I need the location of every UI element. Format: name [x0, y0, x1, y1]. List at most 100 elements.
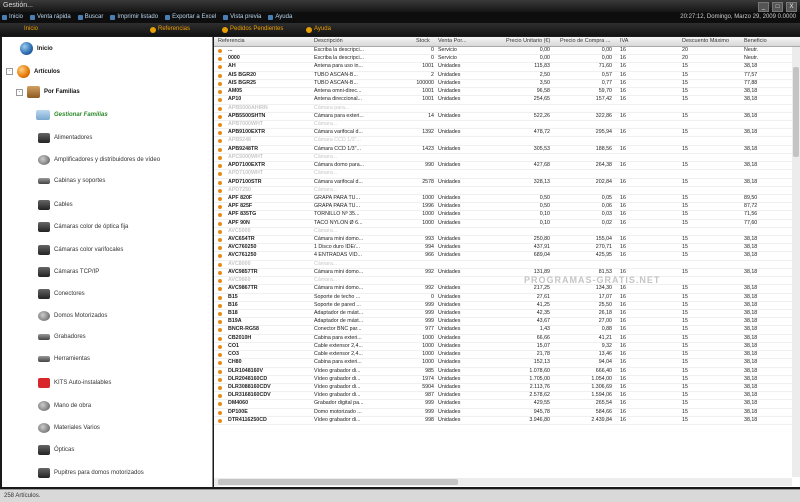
toolbar-home-button[interactable]: Inicio: [2, 12, 23, 23]
family-item[interactable]: Materiales Varios: [38, 422, 100, 433]
family-item[interactable]: Cables: [38, 199, 73, 210]
table-row[interactable]: CO1 Cable extensor 2,4... 1000 Unidades 15,0…: [214, 343, 800, 352]
tree-item-articulos[interactable]: - Artículos: [6, 65, 60, 78]
maximize-button[interactable]: □: [772, 2, 783, 12]
scroll-thumb[interactable]: [793, 67, 799, 157]
family-item[interactable]: Mano de obra: [38, 400, 91, 411]
table-row[interactable]: DLR3088160CDV Vídeo grabador di... 5904 Uni…: [214, 383, 800, 393]
table-row[interactable]: APB9248TR Cámara CCD 1/3"... 1423 Unidades 3…: [214, 146, 800, 154]
tree-item-inicio[interactable]: Inicio: [20, 42, 53, 55]
table-row[interactable]: APD7100STR Cámara varifocal d... 2578 Unida…: [214, 179, 800, 187]
table-row[interactable]: DP100E Domo motorizado ... 999 Unidades 945,…: [214, 409, 800, 417]
table-row[interactable]: BNCR-RG58 Conector BNC par... 977 Unidades 1…: [214, 326, 800, 335]
table-row[interactable]: APF 835TG TORNILLO Nº 35... 1000 Unidades 0,…: [214, 211, 800, 220]
table-row[interactable]: APB9100EXTR Cámara varifocal d... 1392 Unid…: [214, 129, 800, 138]
tree-item-gestionar-familias[interactable]: Gestionar Familias: [36, 110, 108, 120]
scroll-thumb[interactable]: [218, 479, 458, 485]
table-row[interactable]: AVC760250 1 Disco duro IDE/... 994 Unidades…: [214, 244, 800, 253]
column-header-descripcion[interactable]: Descripción: [314, 37, 343, 46]
family-item[interactable]: KITS Auto-instalables: [38, 378, 111, 389]
family-item[interactable]: Cámaras color de óptica fija: [38, 222, 128, 233]
table-row[interactable]: ... Escriba la descripci... 0 Servicio 0,00 0…: [214, 47, 800, 56]
table-row[interactable]: AVC9857TR Cámara mini domo... 992 Unidades 1…: [214, 269, 800, 278]
table-row[interactable]: APB7000WHT Cámara...: [214, 121, 800, 130]
table-row[interactable]: APD7100EXTR Cámara domo para... 990 Unidade…: [214, 162, 800, 171]
table-row[interactable]: AM05 Antena omni-direc... 1001 Unidades 96,5…: [214, 88, 800, 97]
family-item[interactable]: Herramientas: [38, 356, 90, 362]
table-row[interactable]: APF 820F GRAPA PARA TU... 1000 Unidades 0,50…: [214, 195, 800, 204]
column-header-beneficio[interactable]: Beneficio: [744, 37, 767, 46]
tab-inicio[interactable]: Inicio: [24, 23, 38, 36]
table-row[interactable]: AVC8000 Cámara...: [214, 261, 800, 269]
family-item[interactable]: Grabadores: [38, 333, 86, 340]
table-row[interactable]: DLR3168160CDV Vídeo grabador di... 987 Unid…: [214, 392, 800, 401]
column-header-stock[interactable]: Stock: [416, 37, 430, 46]
family-item[interactable]: Alimentadores: [38, 133, 92, 143]
table-row[interactable]: AVC9860 Cámara...: [214, 277, 800, 286]
column-header-precio-compra[interactable]: Precio de Compra ...: [560, 37, 610, 46]
table-row[interactable]: DM4060 Grabador digital pa... 999 Unidades 4…: [214, 400, 800, 409]
cell-descripcion: Escriba la descripci...: [314, 47, 365, 53]
toolbar-help-button[interactable]: Ayuda: [268, 12, 292, 23]
toolbar-quick-sale-button[interactable]: Venta rápida: [30, 12, 71, 23]
tab-ayuda[interactable]: Ayuda: [306, 23, 331, 36]
family-item[interactable]: Cámaras color varifocales: [38, 244, 123, 255]
cell-venta: Unidades: [438, 88, 461, 95]
table-row[interactable]: AIS BGR25 TUBO ASCAN-B... 100000 Unidades 3,…: [214, 80, 800, 89]
tab-pedidos-pendientes[interactable]: Pedidos Pendientes: [222, 23, 283, 36]
column-header-venta[interactable]: Venta Por...: [438, 37, 466, 46]
column-header-referencia[interactable]: Referencia: [218, 37, 245, 46]
table-row[interactable]: 0000 Escriba la descripci... 0 Servicio 0,00…: [214, 55, 800, 64]
horizontal-scrollbar[interactable]: [214, 478, 792, 486]
collapse-toggle[interactable]: -: [6, 68, 13, 75]
table-row[interactable]: CH80 Cabina para exteri... 1000 Unidades 152…: [214, 359, 800, 368]
family-item[interactable]: Amplificadores y distribuidores de vídeo: [38, 155, 160, 166]
minimize-button[interactable]: _: [758, 2, 769, 12]
table-row[interactable]: APB5500SHTN Cámara para exteri... 14 Unidad…: [214, 113, 800, 121]
family-item[interactable]: Pupitres para domos motorizados: [38, 467, 144, 478]
toolbar-export-button[interactable]: Exportar a Excel: [165, 12, 216, 23]
cell-descuento: 15: [682, 416, 688, 423]
table-row[interactable]: B19A Adaptador de mást... 999 Unidades 43,67…: [214, 318, 800, 327]
table-row[interactable]: CB2010H Cabina para exteri... 1000 Unidades…: [214, 335, 800, 343]
table-row[interactable]: DLR1048160V Vídeo grabador di... 985 Unidad…: [214, 368, 800, 376]
table-row[interactable]: AVC654TR Cámara mini domo... 993 Unidades 25…: [214, 236, 800, 245]
table-row[interactable]: AIS BGR20 TUBO ASCAN-B... 2 Unidades 2,50 0,5…: [214, 72, 800, 80]
cell-precio-unitario: 2.113,76: [529, 383, 550, 390]
vertical-scrollbar[interactable]: [792, 47, 800, 477]
column-header-iva[interactable]: IVA: [620, 37, 628, 46]
toolbar-preview-button[interactable]: Vista previa: [223, 12, 261, 23]
table-row[interactable]: B16 Soporte de pared ... 999 Unidades 41,25 2…: [214, 302, 800, 310]
close-button[interactable]: X: [786, 2, 797, 12]
table-row[interactable]: AVC9867TR Cámara mini domo... 992 Unidades 2…: [214, 285, 800, 294]
table-row[interactable]: APC5000WHT Cámara...: [214, 154, 800, 163]
table-row[interactable]: AP10 Antena direccional... 1001 Unidades 254…: [214, 96, 800, 105]
family-item[interactable]: Conectores: [38, 289, 85, 300]
table-row[interactable]: B18 Adaptador de mást... 999 Unidades 42,35 2…: [214, 310, 800, 319]
table-row[interactable]: DLR2048160CD Vídeo grabador di... 1974 Unid…: [214, 376, 800, 384]
family-item[interactable]: Ópticas: [38, 445, 74, 456]
cell-descripcion: Cámara CCD 1/3"...: [314, 137, 361, 144]
table-row[interactable]: APB5000AHIRN Cámara para...: [214, 105, 800, 113]
table-row[interactable]: DTR4116250CD Vídeo grabador di... 998 Unida…: [214, 416, 800, 426]
toolbar-search-button[interactable]: Buscar: [77, 12, 103, 23]
column-header-precio-unitario[interactable]: Precio Unitario (€): [506, 37, 550, 46]
collapse-toggle[interactable]: -: [16, 88, 23, 96]
toolbar-print-button[interactable]: Imprimir listado: [110, 12, 158, 23]
column-header-descuento[interactable]: Descuento Máximo: [682, 37, 729, 46]
family-item[interactable]: Cabinas y soportes: [38, 177, 105, 184]
table-row[interactable]: AH Antena para uso in... 1001 Unidades 115,8…: [214, 63, 800, 72]
table-row[interactable]: APF 90N TACO NYLON Ø 6... 1000 Unidades 0,10…: [214, 220, 800, 228]
table-row[interactable]: CO3 Cable extensor 2,4... 1000 Unidades 21,7…: [214, 351, 800, 360]
table-row[interactable]: APD7250 Cámara...: [214, 187, 800, 195]
table-row[interactable]: APD7100WHT Cámara...: [214, 170, 800, 179]
tab-referencias[interactable]: Referencias: [150, 23, 190, 36]
table-row[interactable]: B15 Soporte de techo ... 0 Unidades 27,61 17,…: [214, 294, 800, 302]
table-row[interactable]: AVC5000 Cámara...: [214, 228, 800, 237]
tree-item-por-familias[interactable]: - Por Familias: [16, 86, 80, 98]
family-item[interactable]: Cámaras TCP/IP: [38, 266, 99, 277]
table-row[interactable]: AVC761250 4 ENTRADAS VID... 966 Unidades 689…: [214, 252, 800, 261]
family-item[interactable]: Domos Motorizados: [38, 311, 107, 322]
table-row[interactable]: APB9248 Cámara CCD 1/3"...: [214, 137, 800, 146]
table-row[interactable]: APF 825F GRAPA PARA TU... 1996 Unidades 0,50…: [214, 203, 800, 212]
